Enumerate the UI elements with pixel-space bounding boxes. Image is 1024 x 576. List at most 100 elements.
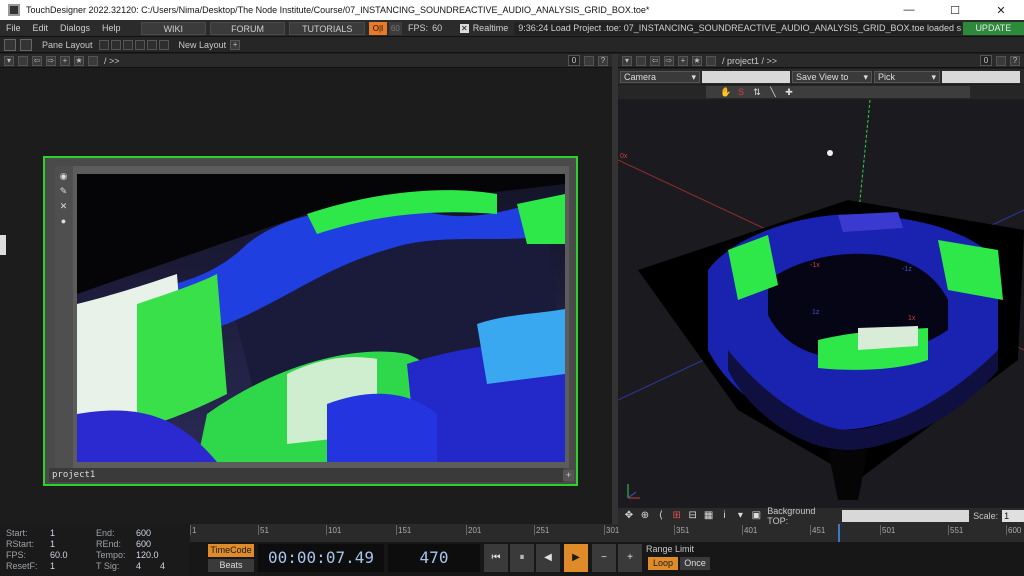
scale-input[interactable]: 1 bbox=[1002, 510, 1024, 522]
save-icon[interactable] bbox=[20, 38, 32, 51]
add-layout-button[interactable]: + bbox=[230, 39, 241, 50]
dolly-icon[interactable]: ⇅ bbox=[752, 87, 762, 97]
project1-node[interactable]: ◉ ✎ ✕ ● project1 + bbox=[43, 156, 578, 486]
background-image-icon[interactable]: ▣ bbox=[751, 511, 761, 521]
forward-icon[interactable]: ⇨ bbox=[46, 55, 56, 66]
start-value[interactable]: 1 bbox=[50, 528, 55, 538]
edit-icon[interactable] bbox=[706, 55, 716, 66]
once-button[interactable]: Once bbox=[680, 557, 710, 570]
timecode-display[interactable]: 00:00:07.49 bbox=[258, 544, 384, 572]
layout-slot[interactable] bbox=[146, 39, 157, 50]
node-output-plus[interactable]: + bbox=[563, 470, 574, 481]
camera-move-icon[interactable]: ⊕ bbox=[640, 511, 650, 521]
camera-dropdown[interactable]: Camera bbox=[620, 70, 700, 83]
edit-icon[interactable] bbox=[88, 55, 98, 66]
star-icon[interactable]: ★ bbox=[692, 55, 702, 66]
maximize-button[interactable]: ☐ bbox=[932, 0, 978, 20]
play-forward-button[interactable]: ▶ bbox=[564, 544, 588, 572]
pick-field[interactable] bbox=[942, 70, 1020, 83]
new-layout-label[interactable]: New Layout bbox=[179, 40, 227, 50]
menu-help[interactable]: Help bbox=[96, 23, 127, 33]
realtime-checkbox[interactable]: ✕ bbox=[460, 23, 469, 33]
beats-toggle-button[interactable]: Beats bbox=[208, 559, 254, 572]
back-icon[interactable]: ⇦ bbox=[650, 55, 660, 66]
forum-link[interactable]: FORUM bbox=[210, 21, 286, 35]
grid-icon[interactable]: ⊟ bbox=[688, 511, 698, 521]
timeline-ruler[interactable]: 1 51 101 151 201 251 301 351 401 451 501… bbox=[189, 524, 1024, 542]
layout-slot[interactable] bbox=[110, 39, 121, 50]
add-icon[interactable]: + bbox=[678, 55, 688, 66]
tempo-value[interactable]: 120.0 bbox=[136, 550, 159, 560]
geometry-3d-viewer[interactable]: -1x -1z 1z 1x 0x bbox=[618, 100, 1024, 508]
pick-dropdown[interactable]: Pick bbox=[874, 70, 940, 83]
viewer-toggle-icon[interactable]: ◉ bbox=[59, 172, 68, 181]
fps-cook-box[interactable]: 60 bbox=[388, 21, 403, 35]
fps-setting-value[interactable]: 60.0 bbox=[50, 550, 68, 560]
step-forward-button[interactable]: + bbox=[618, 544, 642, 572]
rend-value[interactable]: 600 bbox=[136, 539, 151, 549]
pause-button[interactable]: ⏸ bbox=[510, 544, 534, 572]
info-icon[interactable]: i bbox=[720, 511, 730, 521]
lock-icon[interactable]: ● bbox=[59, 217, 68, 226]
layout-slot[interactable] bbox=[158, 39, 169, 50]
camera-name-field[interactable] bbox=[702, 70, 790, 83]
node-name-label[interactable]: project1 bbox=[49, 468, 564, 482]
back-icon[interactable]: ⇦ bbox=[32, 55, 42, 66]
layout-slot[interactable] bbox=[98, 39, 109, 50]
update-button[interactable]: UPDATE bbox=[962, 21, 1024, 35]
resetf-value[interactable]: 1 bbox=[50, 561, 55, 571]
display-icon[interactable]: ▦ bbox=[704, 511, 714, 521]
home-icon[interactable]: ✚ bbox=[784, 87, 794, 97]
close-button[interactable]: ✕ bbox=[978, 0, 1024, 20]
loop-button[interactable]: Loop bbox=[648, 557, 678, 570]
pin-icon[interactable]: ✎ bbox=[59, 187, 68, 196]
help-icon[interactable]: ? bbox=[598, 55, 608, 66]
tutorials-link[interactable]: TUTORIALS bbox=[289, 21, 366, 35]
frame-display[interactable]: 470 bbox=[388, 544, 480, 572]
pane-square-icon[interactable] bbox=[636, 55, 646, 66]
perf-monitor-button[interactable]: O|I bbox=[369, 21, 387, 35]
help-icon[interactable]: ? bbox=[1010, 55, 1020, 66]
step-back-button[interactable]: − bbox=[592, 544, 616, 572]
star-icon[interactable]: ★ bbox=[74, 55, 84, 66]
options-dropdown-icon[interactable]: ▾ bbox=[735, 511, 745, 521]
snap-icon[interactable]: ⟨ bbox=[656, 511, 666, 521]
background-top-field[interactable] bbox=[842, 510, 970, 522]
wiki-link[interactable]: WIKI bbox=[140, 21, 207, 35]
pane-number[interactable]: 0 bbox=[980, 55, 992, 66]
tsig-denominator[interactable]: 4 bbox=[160, 561, 165, 571]
layout-slot[interactable] bbox=[134, 39, 145, 50]
rstart-value[interactable]: 1 bbox=[50, 539, 55, 549]
node-render-preview[interactable] bbox=[77, 174, 565, 462]
pane-menu-icon[interactable]: ▾ bbox=[622, 55, 632, 66]
menu-file[interactable]: File bbox=[0, 23, 27, 33]
move-icon[interactable]: ✥ bbox=[624, 511, 634, 521]
timecode-toggle-button[interactable]: TimeCode bbox=[208, 544, 254, 557]
mesh-icon[interactable]: ⊞ bbox=[672, 511, 682, 521]
forward-icon[interactable]: ⇨ bbox=[664, 55, 674, 66]
add-icon[interactable]: + bbox=[60, 55, 70, 66]
tsig-numerator[interactable]: 4 bbox=[136, 561, 141, 571]
viewer-path[interactable]: / project1 / >> bbox=[722, 56, 777, 66]
menu-dialogs[interactable]: Dialogs bbox=[54, 23, 96, 33]
split-icon[interactable] bbox=[584, 55, 594, 66]
minimize-button[interactable]: — bbox=[886, 0, 932, 20]
network-path[interactable]: / >> bbox=[104, 56, 120, 66]
save-view-dropdown[interactable]: Save View to bbox=[792, 70, 872, 83]
pane-square-icon[interactable] bbox=[18, 55, 28, 66]
pointer-icon[interactable]: ╲ bbox=[768, 87, 778, 97]
play-reverse-button[interactable]: ◀ bbox=[536, 544, 560, 572]
menu-edit[interactable]: Edit bbox=[27, 23, 55, 33]
pane-menu-icon[interactable]: ▾ bbox=[4, 55, 14, 66]
pane-number[interactable]: 0 bbox=[568, 55, 580, 66]
pane-collapse-icon[interactable] bbox=[0, 235, 6, 255]
image-icon[interactable] bbox=[4, 38, 16, 51]
end-value[interactable]: 600 bbox=[136, 528, 151, 538]
layout-slot[interactable] bbox=[122, 39, 133, 50]
timeline-playhead[interactable] bbox=[838, 524, 840, 542]
bypass-icon[interactable]: ✕ bbox=[59, 202, 68, 211]
hand-icon[interactable]: ✋ bbox=[720, 87, 731, 97]
split-icon[interactable] bbox=[996, 55, 1006, 66]
rewind-button[interactable]: ⏮ bbox=[484, 544, 508, 572]
select-icon[interactable]: S bbox=[736, 87, 746, 97]
